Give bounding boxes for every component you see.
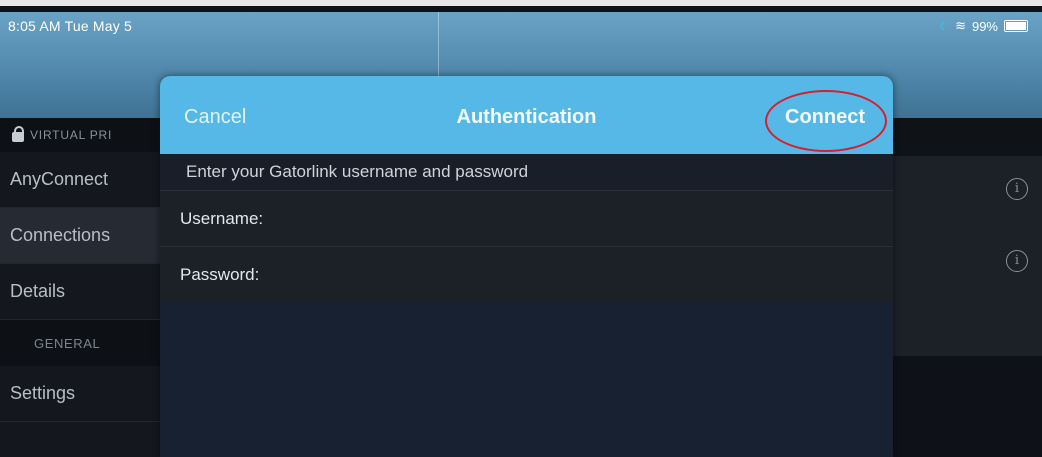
status-bar-right: ☾ ≋ 99% <box>939 18 1028 34</box>
info-icon[interactable]: i <box>1006 250 1028 272</box>
sidebar-item-connections[interactable]: Connections <box>0 208 180 264</box>
password-input[interactable] <box>275 263 873 286</box>
sidebar-item-settings[interactable]: Settings <box>0 366 180 422</box>
password-label: Password: <box>180 264 260 284</box>
sidebar-item-label: AnyConnect <box>10 169 109 189</box>
sidebar-general-header: GENERAL <box>0 320 180 366</box>
sidebar-item-details[interactable]: Details <box>0 264 180 320</box>
ipad-screen: 8:05 AM Tue May 5 ☾ ≋ 99% VIRTUAL PRI An… <box>0 0 1042 457</box>
wifi-icon: ≋ <box>955 18 966 33</box>
sidebar-section-header: VIRTUAL PRI <box>0 118 180 152</box>
background-connection-list: i i <box>892 156 1042 356</box>
info-icon[interactable]: i <box>1006 178 1028 200</box>
password-row: Password: <box>160 246 893 302</box>
settings-sidebar: VIRTUAL PRI AnyConnect Connections Detai… <box>0 118 180 457</box>
battery-icon <box>1004 20 1028 32</box>
do-not-disturb-icon: ☾ <box>939 20 950 33</box>
dialog-body <box>160 302 893 457</box>
sidebar-item-label: Connections <box>10 225 111 245</box>
sidebar-item-label: Details <box>10 281 66 301</box>
annotation-circle <box>765 90 887 152</box>
authentication-dialog: Cancel Authentication Connect Enter your… <box>160 76 893 457</box>
sidebar-item-anyconnect[interactable]: AnyConnect <box>0 152 180 208</box>
username-row: Username: <box>160 190 893 246</box>
username-input[interactable] <box>279 207 873 230</box>
sidebar-section-label: VIRTUAL PRI <box>30 128 113 142</box>
dialog-prompt: Enter your Gatorlink username and passwo… <box>160 154 893 190</box>
status-time: 8:05 AM Tue May 5 <box>8 18 133 34</box>
lock-icon <box>12 126 24 142</box>
sidebar-item-label: Settings <box>10 383 76 403</box>
dialog-header: Cancel Authentication Connect <box>160 76 893 154</box>
background-right-header <box>892 118 1042 156</box>
username-label: Username: <box>180 208 264 228</box>
battery-percent: 99% <box>971 18 998 34</box>
